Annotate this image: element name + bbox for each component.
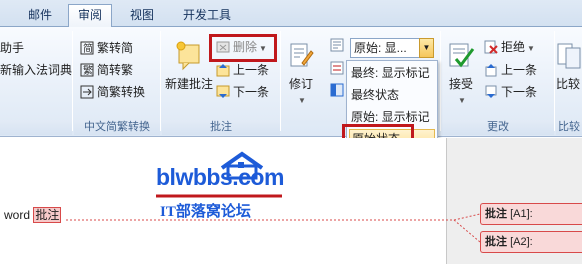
reject-icon [484,40,498,54]
option-final-show-markup[interactable]: 最终: 显示标记 [351,64,430,83]
next-change-button[interactable]: 下一条 [484,83,537,101]
new-comment-button[interactable]: 新建批注 [162,41,216,92]
show-markup-icon[interactable] [330,61,344,79]
changes-group: 接受 ▼ 拒绝 ▼ 上一条 下一条 更改 [442,27,554,137]
trad-to-simp-icon: 简 [80,41,94,55]
next-comment-icon [216,85,230,99]
separator [554,31,555,131]
proofing-group-label [0,120,72,135]
accept-button[interactable]: 接受 ▼ [442,41,480,106]
comment-balloon-a1[interactable]: 批注 [A1]: [480,203,582,225]
compare-icon [556,41,582,71]
reviewing-pane-icon[interactable] [330,83,344,101]
tab-developer[interactable]: 开发工具 [172,6,242,27]
convert-button[interactable]: 简繁转换 [80,83,145,101]
separator [160,31,161,131]
reject-button[interactable]: 拒绝 ▼ [484,38,535,56]
previous-comment-icon [216,63,230,77]
svg-text:繁: 繁 [83,64,93,77]
tab-review[interactable]: 审阅 [68,4,112,28]
tab-view[interactable]: 视图 [120,6,164,27]
ribbon-tab-row: 邮件 审阅 视图 开发工具 [0,0,582,28]
track-changes-button[interactable]: 修订 ▼ [284,41,318,106]
next-comment-button[interactable]: 下一条 [216,83,269,101]
watermark-site-text: blwbbs.com [156,164,284,190]
ime-dictionary-button[interactable]: 新输入法词典 [0,61,72,79]
separator [72,31,73,131]
chinese-conversion-group: 简繁转简 繁简转繁 简繁转换 中文简繁转换 [74,27,160,137]
svg-text:简: 简 [83,42,93,55]
dropdown-arrow-icon[interactable]: ▼ [419,38,434,58]
previous-comment-button[interactable]: 上一条 [216,61,269,79]
separator [280,31,281,131]
tab-mail[interactable]: 邮件 [18,6,62,27]
display-for-review-icon [330,38,344,56]
trad-to-simp-button[interactable]: 简繁转简 [80,39,133,57]
option-final[interactable]: 最终状态 [351,86,399,105]
chevron-down-icon: ▼ [527,44,535,53]
accept-icon [447,41,475,71]
ribbon: 助手 新输入法词典 简繁转简 繁简转繁 简繁转换 中文简繁转换 新建批注 删除 ▼… [0,27,582,137]
comments-group-label: 批注 [162,120,280,135]
convert-icon [80,85,94,99]
simp-to-trad-button[interactable]: 繁简转繁 [80,61,133,79]
compare-group: 比较 比较 [556,27,582,137]
comment-balloon-a2[interactable]: 批注 [A2]: [480,231,582,253]
compare-group-label: 比较 [556,120,582,135]
highlight-delete [209,34,277,62]
track-changes-icon [288,41,314,71]
compare-button[interactable]: 比较 [556,41,582,92]
chevron-down-icon: ▼ [458,96,466,105]
assistant-button[interactable]: 助手 [0,39,24,57]
next-change-icon [484,85,498,99]
chevron-down-icon: ▼ [298,96,306,105]
separator [440,31,441,131]
chinese-conversion-group-label: 中文简繁转换 [74,120,160,135]
new-comment-icon [175,41,203,71]
previous-change-icon [484,63,498,77]
previous-change-button[interactable]: 上一条 [484,61,537,79]
proofing-group: 助手 新输入法词典 [0,27,72,137]
changes-group-label: 更改 [442,120,554,135]
simp-to-trad-icon: 繁 [80,63,94,77]
